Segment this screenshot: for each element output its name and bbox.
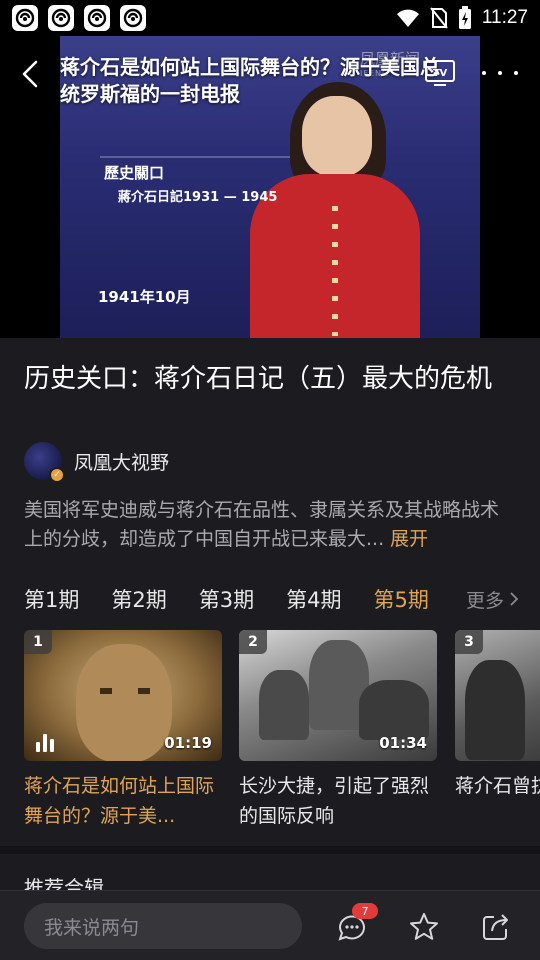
comment-input[interactable]: 我来说两句 bbox=[24, 903, 302, 949]
ifeng-icon bbox=[120, 5, 146, 31]
episode-number: 3 bbox=[455, 630, 483, 654]
favorite-button[interactable] bbox=[408, 911, 440, 943]
episode-thumbnail[interactable]: 2 01:34 bbox=[239, 630, 437, 761]
episode-detail: 历史关口：蒋介石日记（五）最大的危机 ✓ 凤凰大视野 美国将军史迪威与蒋介石在品… bbox=[0, 338, 540, 900]
back-button[interactable] bbox=[14, 58, 46, 90]
dot-icon bbox=[514, 71, 518, 75]
comment-placeholder: 我来说两句 bbox=[44, 916, 140, 939]
chevron-right-icon bbox=[510, 592, 518, 606]
section-divider bbox=[0, 846, 540, 854]
episode-number: 1 bbox=[24, 630, 52, 654]
episode-name[interactable]: 长沙大捷，引起了强烈的国际反响 bbox=[239, 771, 437, 830]
episode-number: 2 bbox=[239, 630, 267, 654]
svg-text:TV: TV bbox=[433, 68, 448, 79]
episode-thumbnail[interactable]: 3 bbox=[455, 630, 540, 761]
video-caption-subtitle: 蔣介石日記1931 — 1945 bbox=[118, 190, 278, 205]
tab-episode-5[interactable]: 第5期 bbox=[374, 584, 429, 614]
episode-list: 1 01:19 蒋介石是如何站上国际舞台的？源于美... 2 01:34 长沙大… bbox=[24, 630, 540, 830]
more-options-button[interactable] bbox=[482, 58, 518, 88]
episode-thumbnail[interactable]: 1 01:19 bbox=[24, 630, 222, 761]
more-label: 更多 bbox=[465, 589, 504, 612]
tab-episode-2[interactable]: 第2期 bbox=[111, 584, 166, 614]
cast-tv-button[interactable]: TV bbox=[424, 58, 456, 88]
expand-button[interactable]: 展开 bbox=[390, 528, 428, 550]
comment-count-badge: 7 bbox=[352, 903, 378, 919]
tab-episode-3[interactable]: 第3期 bbox=[199, 584, 254, 614]
bottom-action-bar: 我来说两句 7 bbox=[0, 890, 540, 960]
no-sim-icon bbox=[430, 7, 448, 29]
ifeng-icon bbox=[48, 5, 74, 31]
video-player[interactable]: 歷史關口 蔣介石日記1931 — 1945 1941年10月 凤凰新闻 IFEN… bbox=[0, 36, 540, 338]
video-caption-date: 1941年10月 bbox=[98, 288, 191, 306]
video-overlay-title: 蒋介石是如何站上国际舞台的？源于美国总统罗斯福的一封电报 bbox=[60, 55, 440, 106]
tab-episode-1[interactable]: 第1期 bbox=[24, 584, 79, 614]
more-tabs-button[interactable]: 更多 bbox=[440, 584, 540, 614]
episode-tabs: 第1期 第2期 第3期 第4期 第5期 更多 bbox=[24, 584, 540, 614]
status-bar: 11:27 bbox=[0, 0, 540, 36]
ifeng-icon bbox=[84, 5, 110, 31]
tab-episode-4[interactable]: 第4期 bbox=[286, 584, 341, 614]
ifeng-icon bbox=[12, 5, 38, 31]
battery-charging-icon bbox=[458, 6, 471, 29]
wifi-icon bbox=[396, 9, 419, 27]
system-status: 11:27 bbox=[396, 6, 528, 30]
dot-icon bbox=[482, 71, 486, 75]
dot-icon bbox=[498, 71, 502, 75]
episode-duration: 01:19 bbox=[164, 734, 212, 752]
episode-description: 美国将军史迪威与蒋介石在品性、隶属关系及其战略战术上的分歧，却造成了中国自开战已… bbox=[24, 496, 516, 554]
presenter-figure bbox=[250, 82, 420, 338]
channel-row[interactable]: ✓ 凤凰大视野 bbox=[24, 442, 169, 483]
channel-name[interactable]: 凤凰大视野 bbox=[74, 448, 169, 475]
episode-name[interactable]: 蒋介石是如何站上国际舞台的？源于美... bbox=[24, 771, 222, 830]
episode-name[interactable]: 蒋介石曾抗日，却 bbox=[455, 771, 540, 830]
chevron-left-icon bbox=[22, 60, 38, 88]
verified-icon: ✓ bbox=[49, 467, 65, 483]
now-playing-icon bbox=[36, 734, 54, 752]
star-icon bbox=[410, 913, 438, 940]
channel-avatar[interactable]: ✓ bbox=[24, 442, 65, 483]
tv-icon: TV bbox=[425, 60, 455, 86]
episode-card[interactable]: 1 01:19 蒋介石是如何站上国际舞台的？源于美... bbox=[24, 630, 222, 830]
share-button[interactable] bbox=[480, 911, 512, 943]
clock: 11:27 bbox=[481, 7, 528, 28]
share-icon bbox=[483, 914, 508, 940]
episode-card[interactable]: 2 01:34 长沙大捷，引起了强烈的国际反响 bbox=[239, 630, 437, 830]
video-caption-program: 歷史關口 bbox=[104, 164, 165, 182]
episode-card[interactable]: 3 蒋介石曾抗日，却 bbox=[455, 630, 540, 830]
episode-title: 历史关口：蒋介石日记（五）最大的危机 bbox=[24, 364, 493, 394]
notification-icons bbox=[12, 5, 146, 31]
episode-duration: 01:34 bbox=[379, 734, 427, 752]
